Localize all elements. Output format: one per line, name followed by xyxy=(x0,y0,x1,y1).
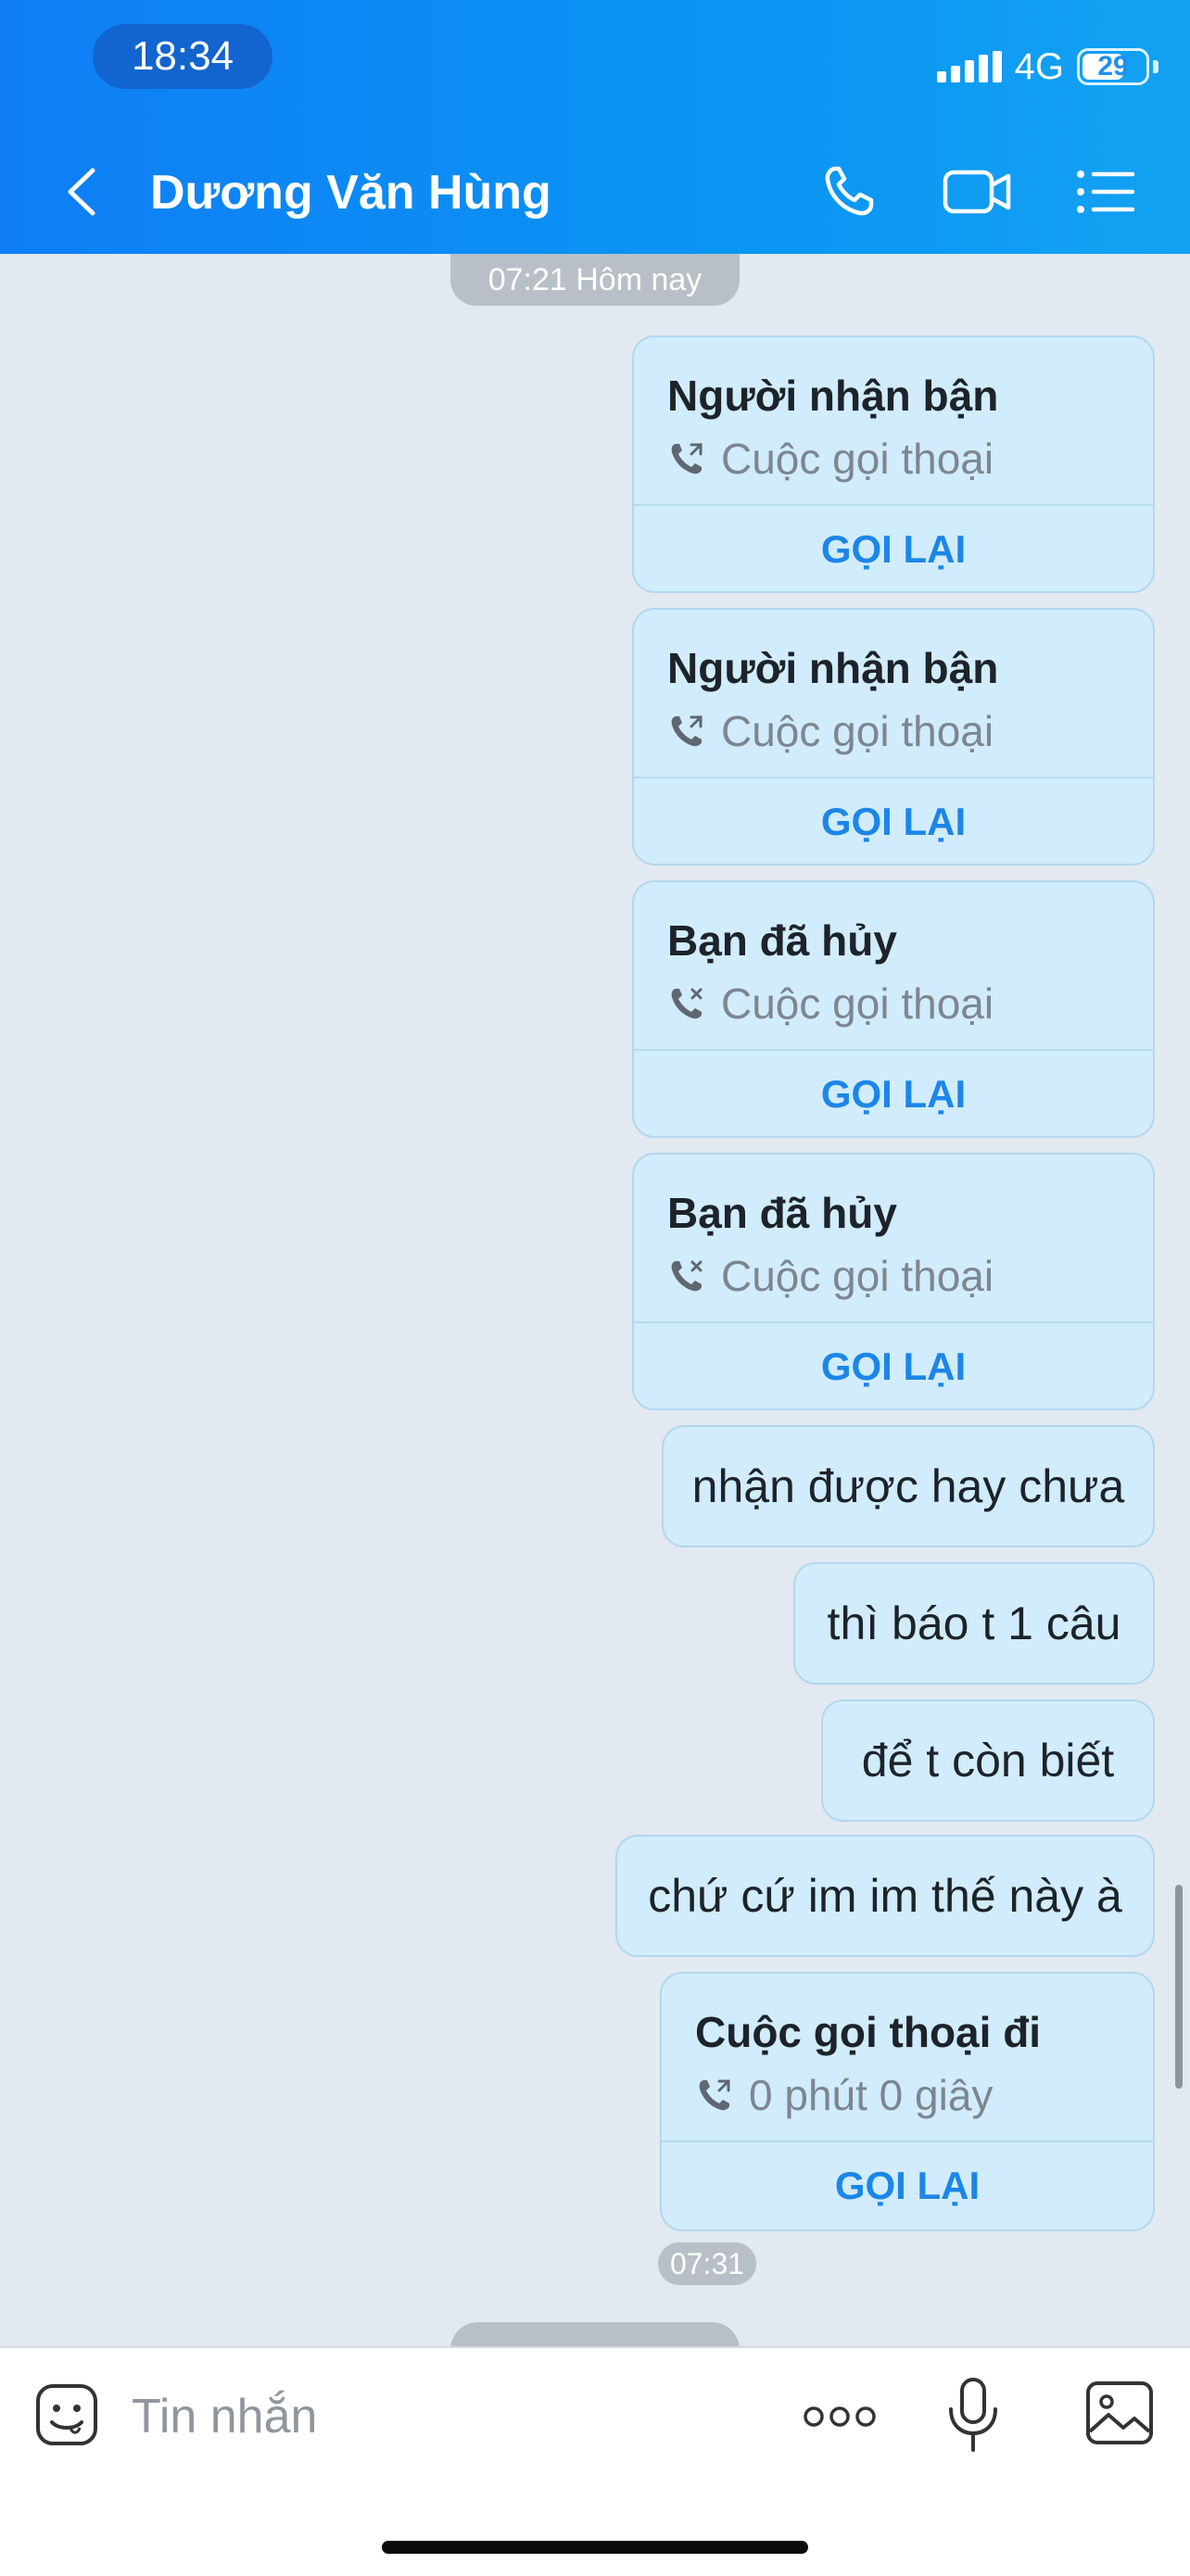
call-back-button[interactable]: GỌI LẠI xyxy=(662,2142,1153,2229)
video-call-icon[interactable] xyxy=(940,159,1014,224)
call-message-bubble[interactable]: Người nhận bận Cuộc gọi thoại GỌI LẠI xyxy=(632,608,1155,865)
phone-outgoing-icon xyxy=(671,715,703,747)
message-list[interactable]: 07:21 Hôm nay Người nhận bận Cuộc gọi th… xyxy=(0,254,1190,2378)
call-back-button[interactable]: GỌI LẠI xyxy=(634,1051,1153,1138)
text-message-bubble[interactable]: chứ cứ im im thế này à xyxy=(615,1835,1155,1957)
back-chevron-icon[interactable] xyxy=(54,159,109,224)
call-type: Cuộc gọi thoại xyxy=(721,979,994,1028)
call-status: Người nhận bận xyxy=(667,372,999,420)
phone-call-icon[interactable] xyxy=(816,159,890,224)
call-info: Cuộc gọi thoại xyxy=(667,434,994,484)
message-text: nhận được hay chưa xyxy=(691,1460,1125,1512)
message-composer xyxy=(0,2346,1190,2576)
chat-header: 18:34 4G 29 Dương Văn Hùng xyxy=(0,0,1190,254)
phone-outgoing-icon xyxy=(699,2079,730,2111)
microphone-icon[interactable] xyxy=(943,2374,1003,2456)
battery-cap xyxy=(1153,60,1158,73)
menu-list-icon[interactable] xyxy=(1068,159,1142,224)
call-status: Bạn đã hủy xyxy=(667,1189,897,1237)
call-type: Cuộc gọi thoại xyxy=(721,1252,994,1300)
message-text: chứ cứ im im thế này à xyxy=(648,1870,1122,1922)
call-status: Cuộc gọi thoại đi xyxy=(695,2008,1042,2056)
phone-cancelled-icon xyxy=(671,1260,703,1292)
status-time: 18:34 xyxy=(93,24,272,89)
battery-percent: 29 xyxy=(1097,51,1129,82)
call-back-button[interactable]: GỌI LẠI xyxy=(634,1323,1153,1410)
call-message-bubble[interactable]: Bạn đã hủy Cuộc gọi thoại GỌI LẠI xyxy=(632,1153,1155,1410)
text-message-bubble[interactable]: nhận được hay chưa xyxy=(662,1425,1155,1547)
scrollbar[interactable] xyxy=(1175,1885,1183,2089)
message-text: để t còn biết xyxy=(861,1735,1115,1787)
call-status: Người nhận bận xyxy=(667,644,999,692)
call-duration: 0 phút 0 giây xyxy=(749,2071,994,2119)
signal-icon xyxy=(936,51,1002,82)
text-message-bubble[interactable]: thì báo t 1 câu xyxy=(793,1562,1155,1685)
call-back-button[interactable]: GỌI LẠI xyxy=(634,778,1153,865)
home-indicator xyxy=(382,2541,808,2554)
call-info: 0 phút 0 giây xyxy=(695,2070,993,2120)
phone-outgoing-icon xyxy=(671,443,703,474)
sticker-emoji-icon[interactable] xyxy=(33,2381,100,2448)
call-message-bubble[interactable]: Cuộc gọi thoại đi 0 phút 0 giây GỌI LẠI xyxy=(660,1972,1155,2231)
more-options-icon[interactable] xyxy=(801,2391,879,2443)
call-info: Cuộc gọi thoại xyxy=(667,1251,994,1301)
network-type: 4G xyxy=(1014,45,1064,87)
message-input[interactable] xyxy=(130,2383,782,2450)
call-message-bubble[interactable]: Người nhận bận Cuộc gọi thoại GỌI LẠI xyxy=(632,335,1155,593)
call-message-bubble[interactable]: Bạn đã hủy Cuộc gọi thoại GỌI LẠI xyxy=(632,880,1155,1138)
image-gallery-icon[interactable] xyxy=(1084,2378,1155,2448)
call-info: Cuộc gọi thoại xyxy=(667,979,994,1029)
message-text: thì báo t 1 câu xyxy=(827,1597,1121,1649)
message-time: 07:31 xyxy=(658,2242,756,2285)
contact-name[interactable]: Dương Văn Hùng xyxy=(150,165,551,221)
call-status: Bạn đã hủy xyxy=(667,916,897,965)
text-message-bubble[interactable]: để t còn biết xyxy=(821,1699,1155,1822)
call-back-button[interactable]: GỌI LẠI xyxy=(634,506,1153,593)
call-info: Cuộc gọi thoại xyxy=(667,706,994,756)
date-separator: 07:21 Hôm nay xyxy=(450,254,740,306)
battery-icon: 29 xyxy=(1077,48,1149,85)
call-type: Cuộc gọi thoại xyxy=(721,707,994,755)
phone-cancelled-icon xyxy=(671,988,703,1019)
call-type: Cuộc gọi thoại xyxy=(721,435,994,483)
status-icons: 4G 29 xyxy=(936,37,1158,96)
